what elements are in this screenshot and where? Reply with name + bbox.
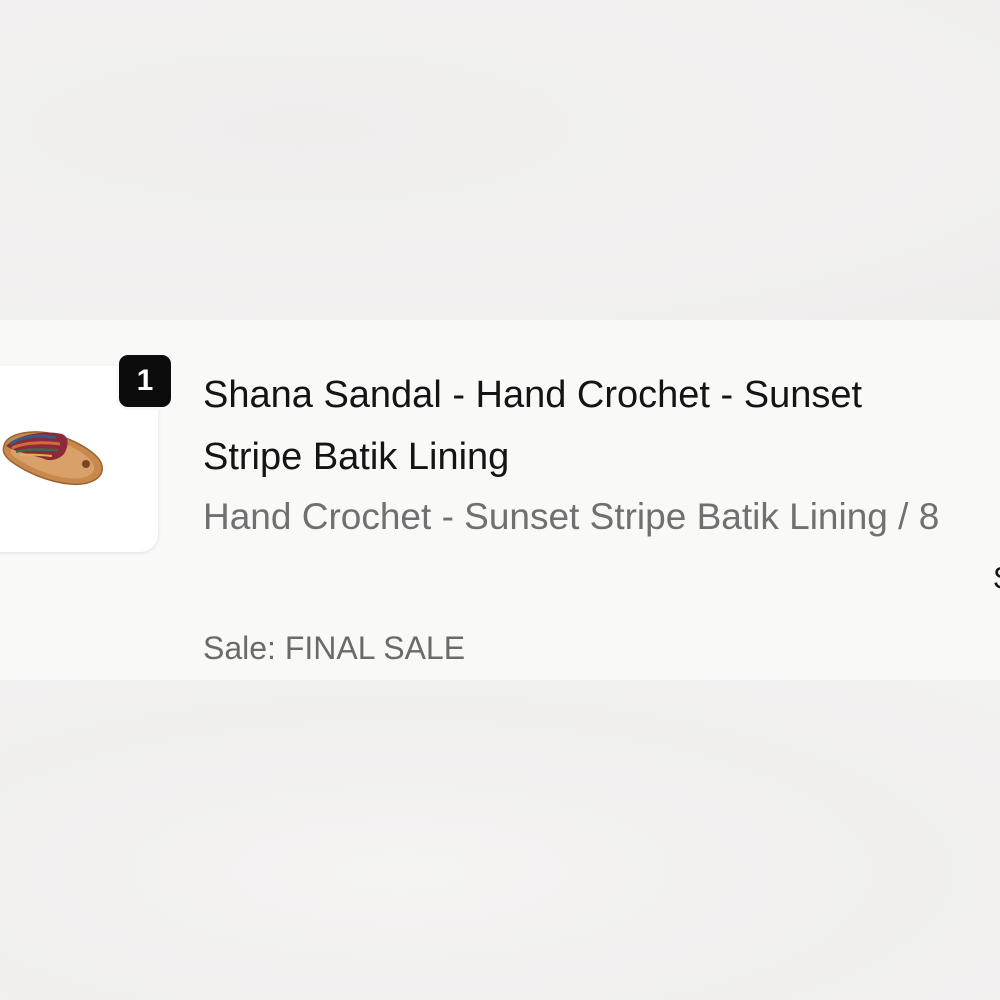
quantity-badge: 1 [116, 352, 174, 410]
price-text: $ [994, 560, 1000, 596]
flip-flop-sandal-icon [2, 431, 103, 486]
line-item-price: $ [994, 560, 1000, 600]
product-title: Shana Sandal - Hand Crochet - Sunset Str… [203, 374, 863, 478]
product-variant: Hand Crochet - Sunset Stripe Batik Linin… [203, 496, 940, 537]
background-top [0, 0, 1000, 320]
background-bottom [0, 680, 1000, 1000]
discount-note: Sale: FINAL SALE [203, 630, 466, 666]
